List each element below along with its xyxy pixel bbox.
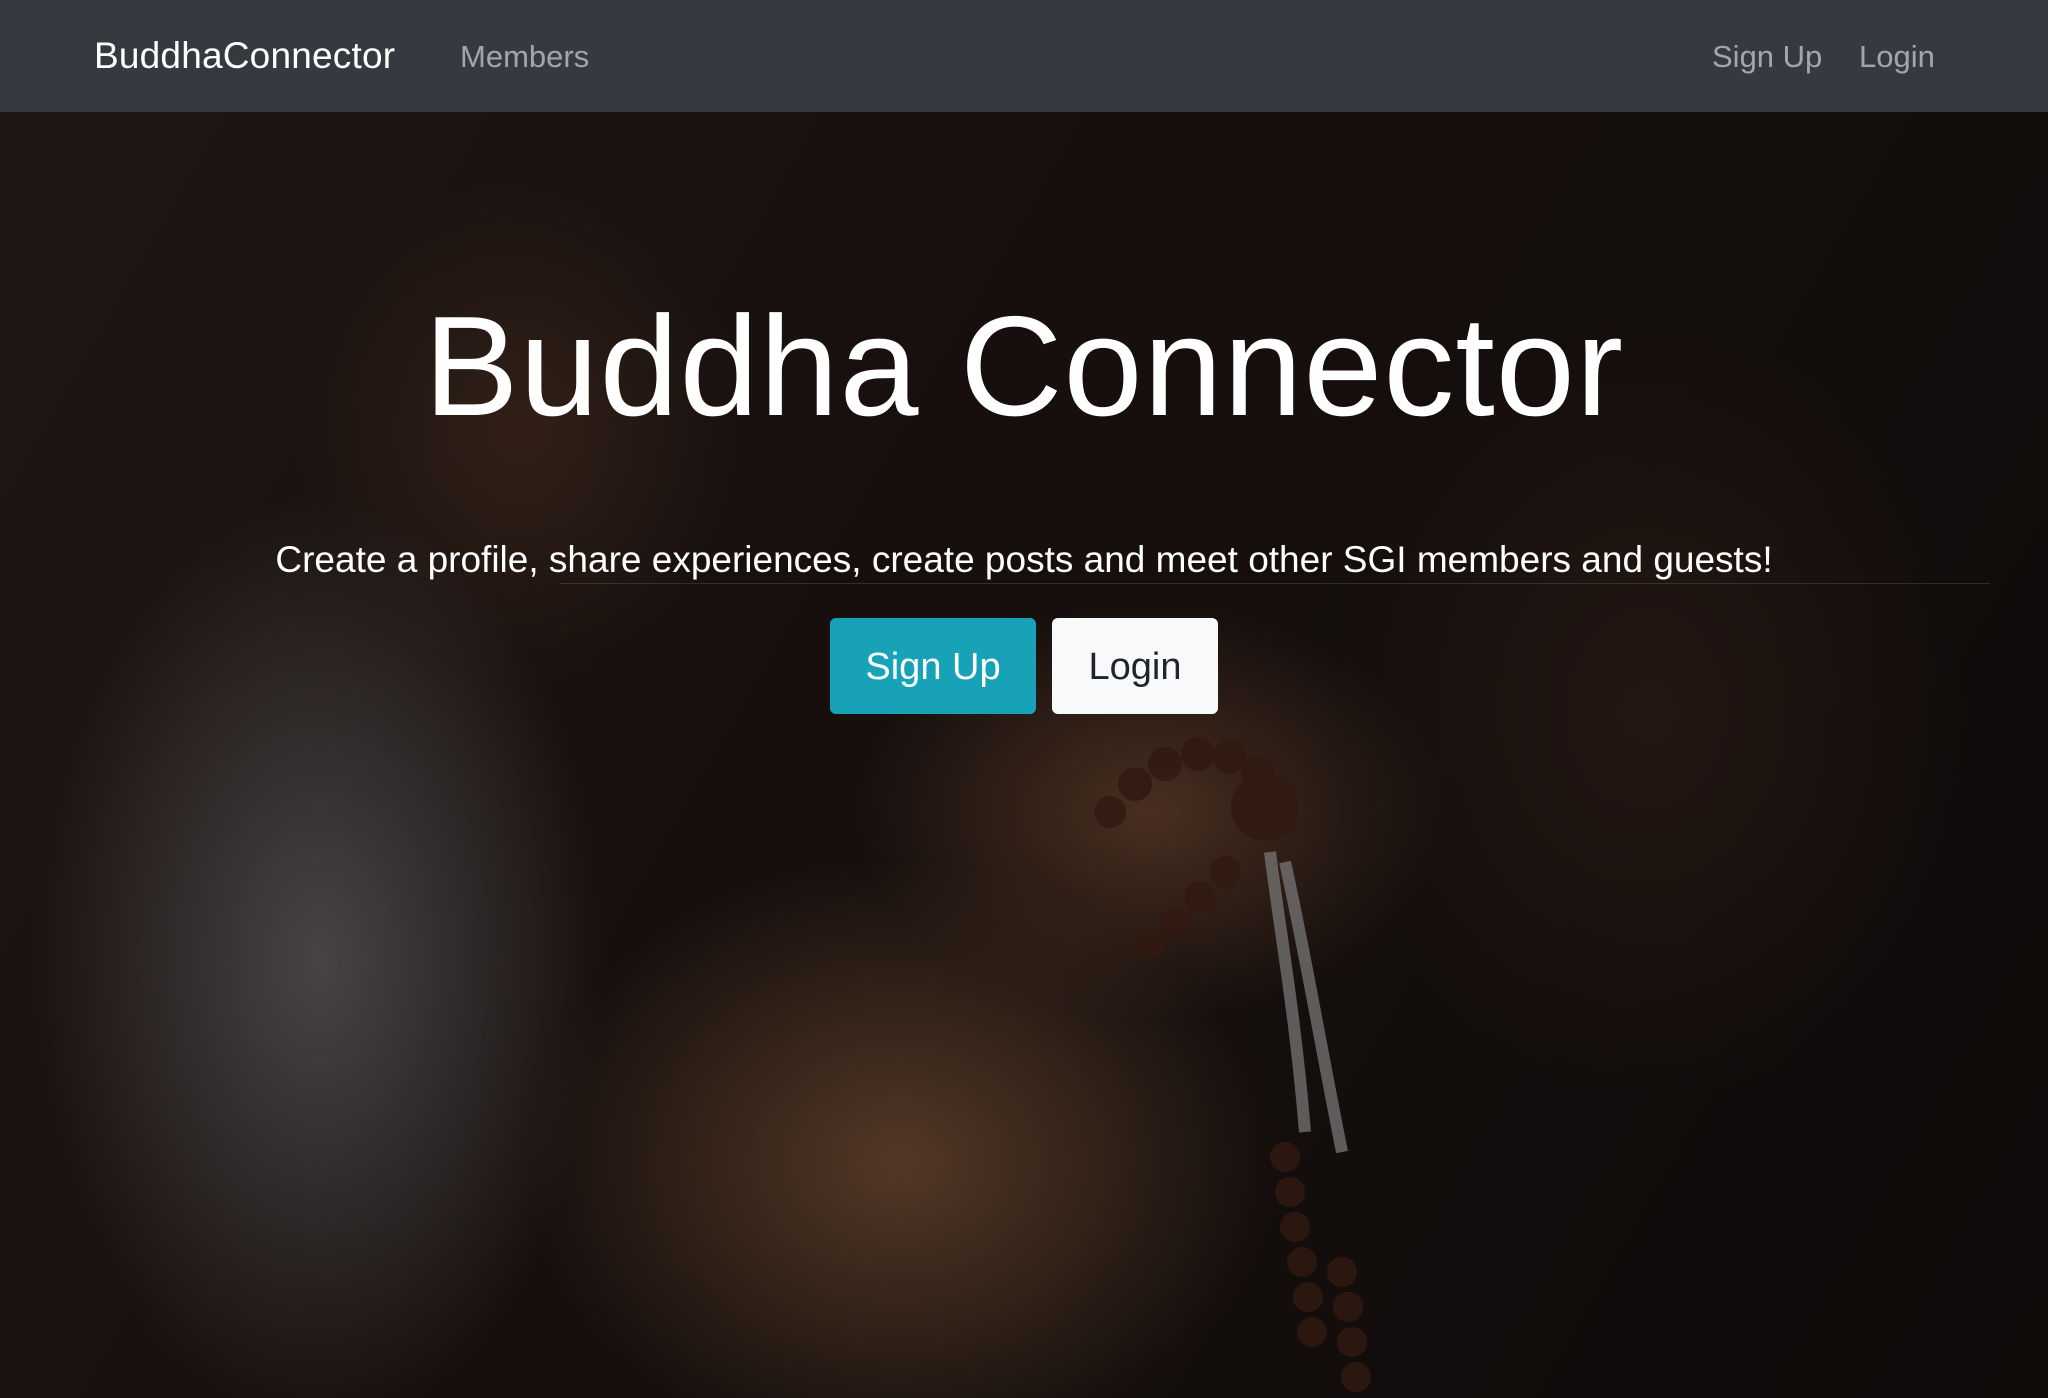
login-button[interactable]: Login	[1052, 618, 1218, 714]
hero-section: Buddha Connector Create a profile, share…	[0, 112, 2048, 1398]
brand-link[interactable]: BuddhaConnector	[94, 30, 395, 82]
top-navbar: BuddhaConnector Members Sign Up Login	[0, 0, 2048, 112]
hero-lead-text: Create a profile, share experiences, cre…	[275, 539, 1773, 580]
hero-divider	[560, 583, 1990, 584]
hero-title: Buddha Connector	[423, 287, 1625, 446]
nav-link-login[interactable]: Login	[1859, 34, 1935, 80]
nav-link-sign-up[interactable]: Sign Up	[1712, 34, 1822, 80]
sign-up-button[interactable]: Sign Up	[830, 618, 1036, 714]
nav-link-members[interactable]: Members	[460, 34, 589, 80]
